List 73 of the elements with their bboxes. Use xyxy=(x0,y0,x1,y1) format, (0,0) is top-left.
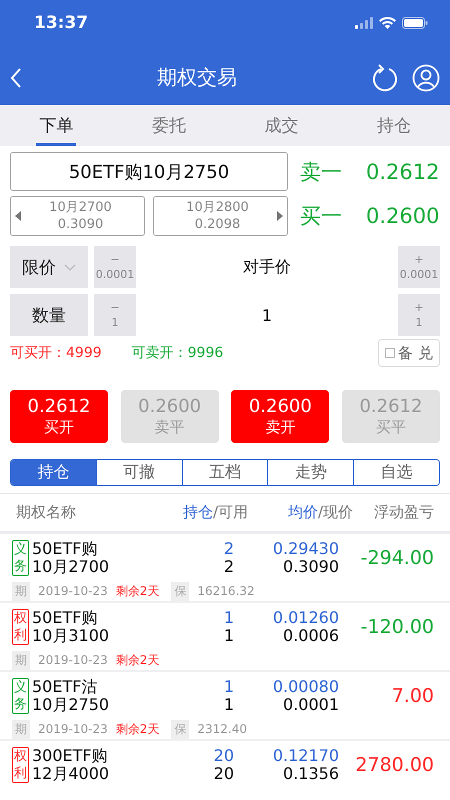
column-header: 持仓/可用 xyxy=(182,503,248,522)
refresh-button[interactable] xyxy=(372,64,398,92)
quantity-field[interactable]: 1 xyxy=(136,294,398,336)
margin-amount: 2312.40 xyxy=(197,722,248,736)
quote-price: 0.2600 xyxy=(366,204,440,228)
expiry-date: 2019-10-23 xyxy=(38,584,108,598)
price-cell-text: 0.01260 0.0006 xyxy=(272,608,339,645)
price-type-dropdown[interactable]: 限价 xyxy=(10,246,88,288)
back-icon xyxy=(10,66,22,88)
price-cell-text: 0.12170 0.1356 xyxy=(272,746,339,783)
refresh-icon xyxy=(372,64,398,92)
page-title: 期权交易 xyxy=(157,64,237,91)
buy-open-available: 可买开：4999 xyxy=(10,344,102,362)
option-name: 50ETF购 10月3100 xyxy=(32,608,110,645)
account-button[interactable] xyxy=(412,64,440,92)
days-remaining: 剩余2天 xyxy=(116,652,160,669)
margin-tag: 保 xyxy=(171,582,190,601)
margin-amount: 16216.32 xyxy=(197,584,255,598)
user-icon xyxy=(412,64,440,92)
profit-loss: 7.00 xyxy=(390,684,434,707)
signal-icon xyxy=(355,17,373,29)
status-time: 13:37 xyxy=(34,13,88,33)
back-button[interactable] xyxy=(10,66,22,88)
option-name: 300ETF购 12月4000 xyxy=(32,746,110,783)
sell-open-available: 可卖开：9996 xyxy=(132,344,224,362)
margin-tag: 保 xyxy=(171,720,190,739)
profit-loss: -120.00 xyxy=(360,616,434,638)
position-tag: 权利 xyxy=(12,746,29,783)
chevron-down-icon xyxy=(64,264,76,271)
order-button[interactable]: 0.2600 卖开 xyxy=(231,390,330,444)
price-cell-text: 0.29430 0.3090 xyxy=(272,540,339,576)
left-triangle-icon xyxy=(15,211,21,222)
days-remaining: 剩余2天 xyxy=(116,720,160,738)
profit-loss: 2780.00 xyxy=(354,754,434,776)
quote-label: 卖一 xyxy=(300,158,342,186)
holding-cell-text: 2 2 xyxy=(222,540,234,576)
expiry-tag: 期 xyxy=(12,650,30,670)
position-tag: 义务 xyxy=(12,540,29,576)
wifi-icon xyxy=(379,17,396,29)
column-header: 均价/现价 xyxy=(286,503,353,522)
position-tag: 义务 xyxy=(12,678,29,714)
profit-loss: -294.00 xyxy=(360,546,434,569)
next-contract-button[interactable]: 10月2800 0.2098 xyxy=(153,196,288,236)
price-cell-text: 0.00080 0.0001 xyxy=(272,678,339,714)
tab[interactable]: 下单 xyxy=(0,105,112,146)
expiry-tag: 期 xyxy=(12,582,30,601)
holding-cell-text: 1 1 xyxy=(222,608,234,645)
quote-price: 0.2612 xyxy=(366,160,440,184)
order-button[interactable]: 0.2612 买开 xyxy=(10,390,108,444)
price-field[interactable]: 对手价 xyxy=(136,246,398,288)
option-name: 50ETF购 10月2700 xyxy=(32,540,110,576)
segment-tab[interactable]: 自选 xyxy=(353,460,439,486)
previous-contract-button[interactable]: 10月2700 0.3090 xyxy=(10,196,145,236)
holding-cell-text: 20 20 xyxy=(212,746,234,783)
tab[interactable]: 成交 xyxy=(225,105,338,146)
covered-checkbox[interactable]: 备 兑 xyxy=(378,339,440,368)
days-remaining: 剩余2天 xyxy=(116,582,160,600)
tab[interactable]: 委托 xyxy=(112,105,225,146)
expiry-date: 2019-10-23 xyxy=(38,722,108,736)
column-header: 浮动盈亏 xyxy=(373,503,434,522)
quote-label: 买一 xyxy=(300,203,342,230)
segment-tab[interactable]: 持仓 xyxy=(11,460,96,486)
quantity-label: 数量 xyxy=(10,294,88,336)
expiry-date: 2019-10-23 xyxy=(38,653,108,668)
column-header: 期权名称 xyxy=(16,503,77,522)
position-tag: 权利 xyxy=(12,608,29,645)
holding-cell-text: 1 1 xyxy=(222,678,234,714)
contract-field[interactable]: 50ETF购10月2750 xyxy=(10,152,288,192)
right-triangle-icon xyxy=(277,211,283,222)
option-name: 50ETF沽 10月2750 xyxy=(32,678,110,714)
battery-icon xyxy=(402,17,428,29)
tab[interactable]: 持仓 xyxy=(338,105,450,146)
expiry-tag: 期 xyxy=(12,720,30,739)
